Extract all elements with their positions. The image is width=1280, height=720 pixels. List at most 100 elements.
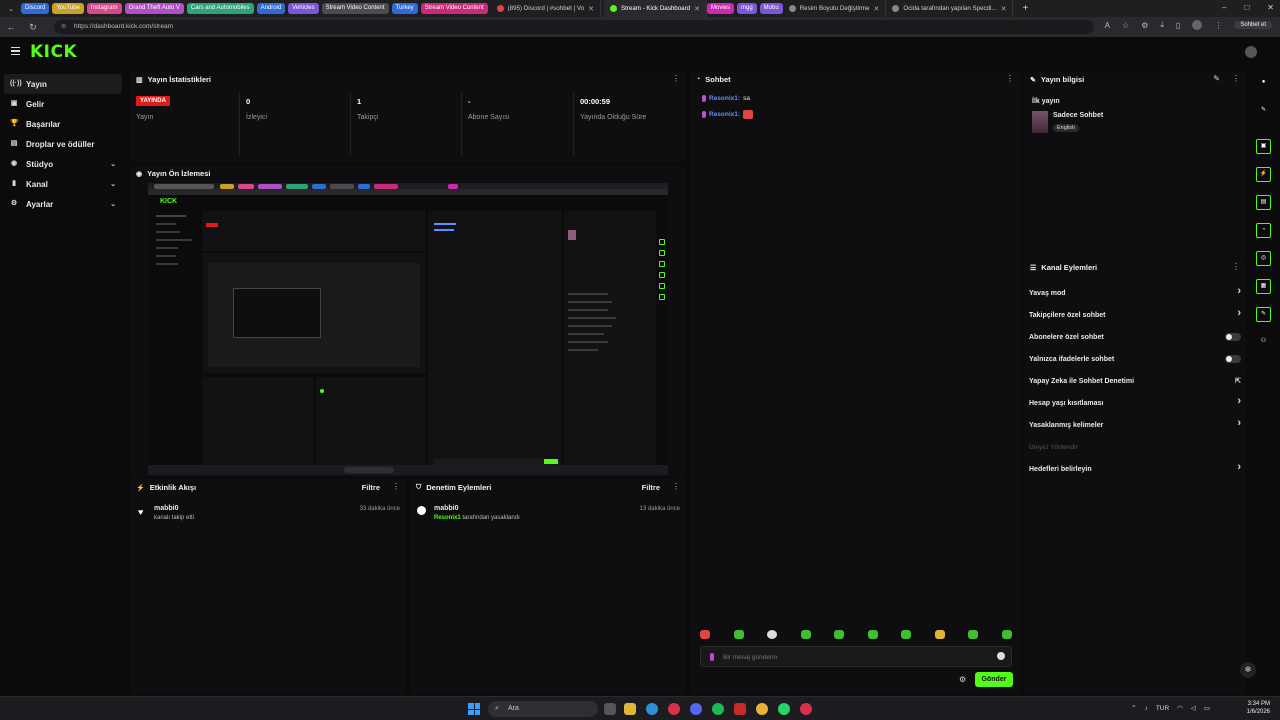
minimize-icon[interactable]: – xyxy=(1222,3,1226,12)
emote-icon[interactable] xyxy=(834,630,845,639)
browser-icon[interactable] xyxy=(800,703,812,715)
task-view-icon[interactable] xyxy=(604,703,616,715)
windows-start-icon[interactable] xyxy=(468,703,480,715)
emote-icon[interactable] xyxy=(934,630,945,639)
tab-group[interactable]: Discord xyxy=(21,3,50,14)
channel-action-row[interactable]: Yasaklanmış kelimeler › xyxy=(1029,416,1243,434)
moderation-user[interactable]: mabbi0 xyxy=(434,505,459,512)
language-indicator[interactable]: TUR xyxy=(1156,705,1169,712)
tab-group[interactable]: Android xyxy=(256,3,286,14)
floating-widget-icon[interactable]: ✻ xyxy=(1240,662,1256,678)
channel-action-row[interactable]: Takipçilere özel sohbet › xyxy=(1029,306,1243,324)
chevron-down-icon[interactable]: ⌄ xyxy=(110,200,116,208)
kick-logo[interactable]: KICK xyxy=(30,42,77,62)
emote-icon[interactable] xyxy=(733,630,744,639)
emote-icon[interactable] xyxy=(1001,630,1012,639)
document-icon[interactable]: ▤ xyxy=(1256,195,1271,210)
tab-group[interactable]: Turkey xyxy=(391,3,418,14)
channel-action-row[interactable]: Abonelere özel sohbet xyxy=(1029,328,1243,346)
pen-icon[interactable]: ✎ xyxy=(1256,104,1271,119)
discord-icon[interactable] xyxy=(690,703,702,715)
emote-icon[interactable] xyxy=(901,630,912,639)
profile-avatar[interactable] xyxy=(1192,20,1203,30)
external-link-icon[interactable]: ⇱ xyxy=(1235,377,1241,385)
close-tab-icon[interactable]: ✕ xyxy=(874,5,880,13)
tab-group[interactable]: Mobu xyxy=(759,3,783,14)
activity-filter-button[interactable]: Filtre xyxy=(362,483,380,492)
panel-menu-icon[interactable]: ⋮ xyxy=(672,74,680,83)
toggle-switch[interactable] xyxy=(1225,355,1241,363)
emote-icon[interactable] xyxy=(800,630,811,639)
wrench-icon[interactable]: ✎ xyxy=(1256,307,1271,322)
close-tab-icon[interactable]: ✕ xyxy=(1001,5,1007,13)
moderation-filter-button[interactable]: Filtre xyxy=(642,483,660,492)
volume-icon[interactable]: ◁ xyxy=(1191,704,1196,712)
mic-icon[interactable]: ♪ xyxy=(1145,705,1148,712)
sidebar-item-trophy[interactable]: 🏆 Başarılar xyxy=(0,114,126,134)
tab-group[interactable]: mgg xyxy=(737,3,757,14)
category-name[interactable]: Sadece Sohbet xyxy=(1053,112,1103,119)
extensions-icon[interactable]: ⚙ xyxy=(1141,21,1148,30)
tab-search-icon[interactable]: ⌄ xyxy=(4,5,18,13)
broadcast-rail-icon[interactable]: ◎ xyxy=(1256,251,1271,266)
new-tab-icon[interactable]: + xyxy=(1022,3,1028,14)
close-tab-icon[interactable]: ✕ xyxy=(694,5,700,13)
chevron-right-icon[interactable]: › xyxy=(1237,461,1241,473)
chevron-down-icon[interactable]: ⌄ xyxy=(110,160,116,168)
tab-group[interactable]: Vehicles xyxy=(288,3,319,14)
tab-discord[interactable]: (895) Discord | #sohbet | Vo ✕ xyxy=(491,0,601,17)
people-icon[interactable]: ⚇ xyxy=(1256,335,1271,350)
file-explorer-icon[interactable] xyxy=(624,703,636,715)
spotify-icon[interactable] xyxy=(712,703,724,715)
translate-icon[interactable]: A xyxy=(1105,21,1110,30)
sohbet-et-button[interactable]: Sohbet et xyxy=(1234,21,1272,29)
channel-action-row[interactable]: Yalnızca ifadelerle sohbet xyxy=(1029,350,1243,368)
channel-action-row[interactable]: Yapay Zeka ile Sohbet Denetimi ⇱ xyxy=(1029,372,1243,390)
panel-menu-icon[interactable]: ⋮ xyxy=(1232,262,1240,271)
lightning-icon[interactable]: ⚡ xyxy=(1256,167,1271,182)
emote-icon[interactable] xyxy=(867,630,878,639)
close-window-icon[interactable]: ✕ xyxy=(1267,3,1274,12)
sidebar-item-gear[interactable]: ⚙ Ayarlar ⌄ xyxy=(0,194,126,214)
chrome-icon[interactable] xyxy=(756,703,768,715)
user-avatar[interactable] xyxy=(1245,46,1257,58)
back-icon[interactable]: ← xyxy=(0,22,22,32)
sidebar-item-studio[interactable]: ◉ Stüdyo ⌄ xyxy=(0,154,126,174)
panel-menu-icon[interactable]: ⋮ xyxy=(392,482,400,491)
chat-message-input[interactable] xyxy=(723,651,983,663)
chat-username[interactable]: Resonix1: xyxy=(709,95,740,102)
browser-tab[interactable]: Resim Boyutu Değiştirme ✕ xyxy=(783,0,887,17)
panel-menu-icon[interactable]: ⋮ xyxy=(672,482,680,491)
send-button[interactable]: Gönder xyxy=(975,672,1013,687)
channel-action-row[interactable]: Hedefleri belirleyin › xyxy=(1029,460,1243,478)
channel-action-row[interactable]: Hesap yaşı kısıtlaması › xyxy=(1029,394,1243,412)
menu-dots-icon[interactable]: ⋮ xyxy=(1214,21,1222,30)
emote-icon[interactable] xyxy=(700,630,710,639)
bookmark-star-icon[interactable]: ☆ xyxy=(1122,21,1129,30)
sidebar-toggle-icon[interactable]: ▯ xyxy=(1176,21,1180,30)
sidebar-item-revenue[interactable]: ▣ Gelir xyxy=(0,94,126,114)
chat-username[interactable]: Resonix1: xyxy=(709,111,740,118)
edit-icon[interactable]: ✎ xyxy=(1213,74,1220,83)
reload-icon[interactable]: ↻ xyxy=(22,22,44,33)
screen-icon[interactable]: ▣ xyxy=(1256,139,1271,154)
whatsapp-icon[interactable] xyxy=(778,703,790,715)
maximize-icon[interactable]: □ xyxy=(1244,3,1249,12)
tab-group[interactable]: Instagram xyxy=(86,3,122,14)
sidebar-item-channel[interactable]: ▮ Kanal ⌄ xyxy=(0,174,126,194)
chevron-right-icon[interactable]: › xyxy=(1237,417,1241,429)
channel-action-row[interactable]: Yavaş mod › xyxy=(1029,284,1243,302)
tab-group[interactable]: Stream Video Content xyxy=(420,3,488,14)
close-tab-icon[interactable]: ✕ xyxy=(588,5,594,13)
chat-input-box[interactable] xyxy=(700,646,1012,667)
browser-tab[interactable]: Ocida tarafından yapılan Specdi... ✕ xyxy=(886,0,1014,17)
url-field[interactable]: ⊜ https://dashboard.kick.com/stream xyxy=(54,20,1094,34)
sidebar-item-gift[interactable]: ▤ Droplar ve ödüller xyxy=(0,134,126,154)
tab-group[interactable]: Cars and Automobiles xyxy=(186,3,254,14)
app-icon[interactable] xyxy=(734,703,746,715)
panel-menu-icon[interactable]: ⋮ xyxy=(1232,74,1240,83)
chat-rail-icon[interactable]: ◔ xyxy=(1256,223,1271,238)
toggle-switch[interactable] xyxy=(1225,333,1241,341)
tab-group[interactable]: Grand Theft Auto V xyxy=(124,3,184,14)
panel-menu-icon[interactable]: ⋮ xyxy=(1006,74,1014,83)
